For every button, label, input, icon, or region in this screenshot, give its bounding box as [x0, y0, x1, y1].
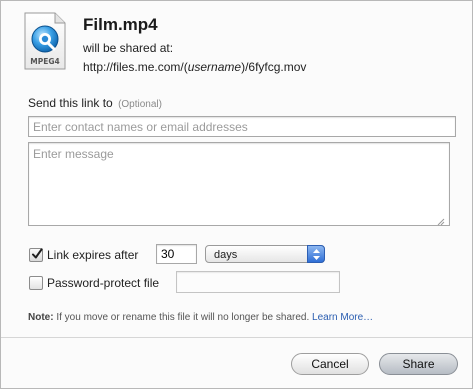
svg-text:MPEG4: MPEG4	[30, 57, 59, 66]
url-username: username	[187, 60, 242, 74]
send-link-label: Send this link to (Optional)	[28, 96, 162, 110]
url-prefix: http://files.me.com/(	[83, 60, 188, 74]
link-expires-label[interactable]: Link expires after	[47, 248, 138, 262]
link-expires-checkbox[interactable]	[29, 248, 43, 262]
note-body: If you move or rename this file it will …	[53, 312, 313, 323]
password-protect-label[interactable]: Password-protect file	[47, 276, 159, 290]
send-link-label-text: Send this link to	[28, 96, 113, 110]
note-prefix: Note:	[28, 312, 54, 323]
file-name: Film.mp4	[83, 15, 158, 34]
expiry-amount-field[interactable]	[156, 244, 197, 264]
cancel-button[interactable]: Cancel	[291, 353, 369, 375]
optional-label: (Optional)	[118, 99, 162, 110]
checkmark-icon	[32, 248, 43, 259]
learn-more-link[interactable]: Learn More…	[312, 312, 373, 323]
updown-arrows-icon	[307, 245, 325, 263]
footer-divider	[1, 337, 472, 338]
expiry-unit-value: days	[214, 249, 238, 261]
share-file-sheet: MPEG4 Film.mp4 will be shared at: http:/…	[0, 0, 473, 389]
quicktime-file-icon: MPEG4	[23, 11, 67, 71]
message-field[interactable]	[28, 142, 450, 226]
password-field[interactable]	[176, 271, 340, 293]
url-suffix: )/6fyfcg.mov	[241, 60, 307, 74]
share-button[interactable]: Share	[379, 353, 458, 375]
contacts-field[interactable]	[28, 116, 456, 137]
expiry-unit-select[interactable]: days	[205, 245, 325, 263]
password-protect-checkbox[interactable]	[29, 276, 43, 290]
note-text: Note: If you move or rename this file it…	[28, 312, 373, 323]
shared-at-label: will be shared at:	[83, 41, 174, 55]
share-url: http://files.me.com/(username)/6fyfcg.mo…	[83, 60, 306, 74]
resize-grip-icon[interactable]	[437, 213, 445, 226]
